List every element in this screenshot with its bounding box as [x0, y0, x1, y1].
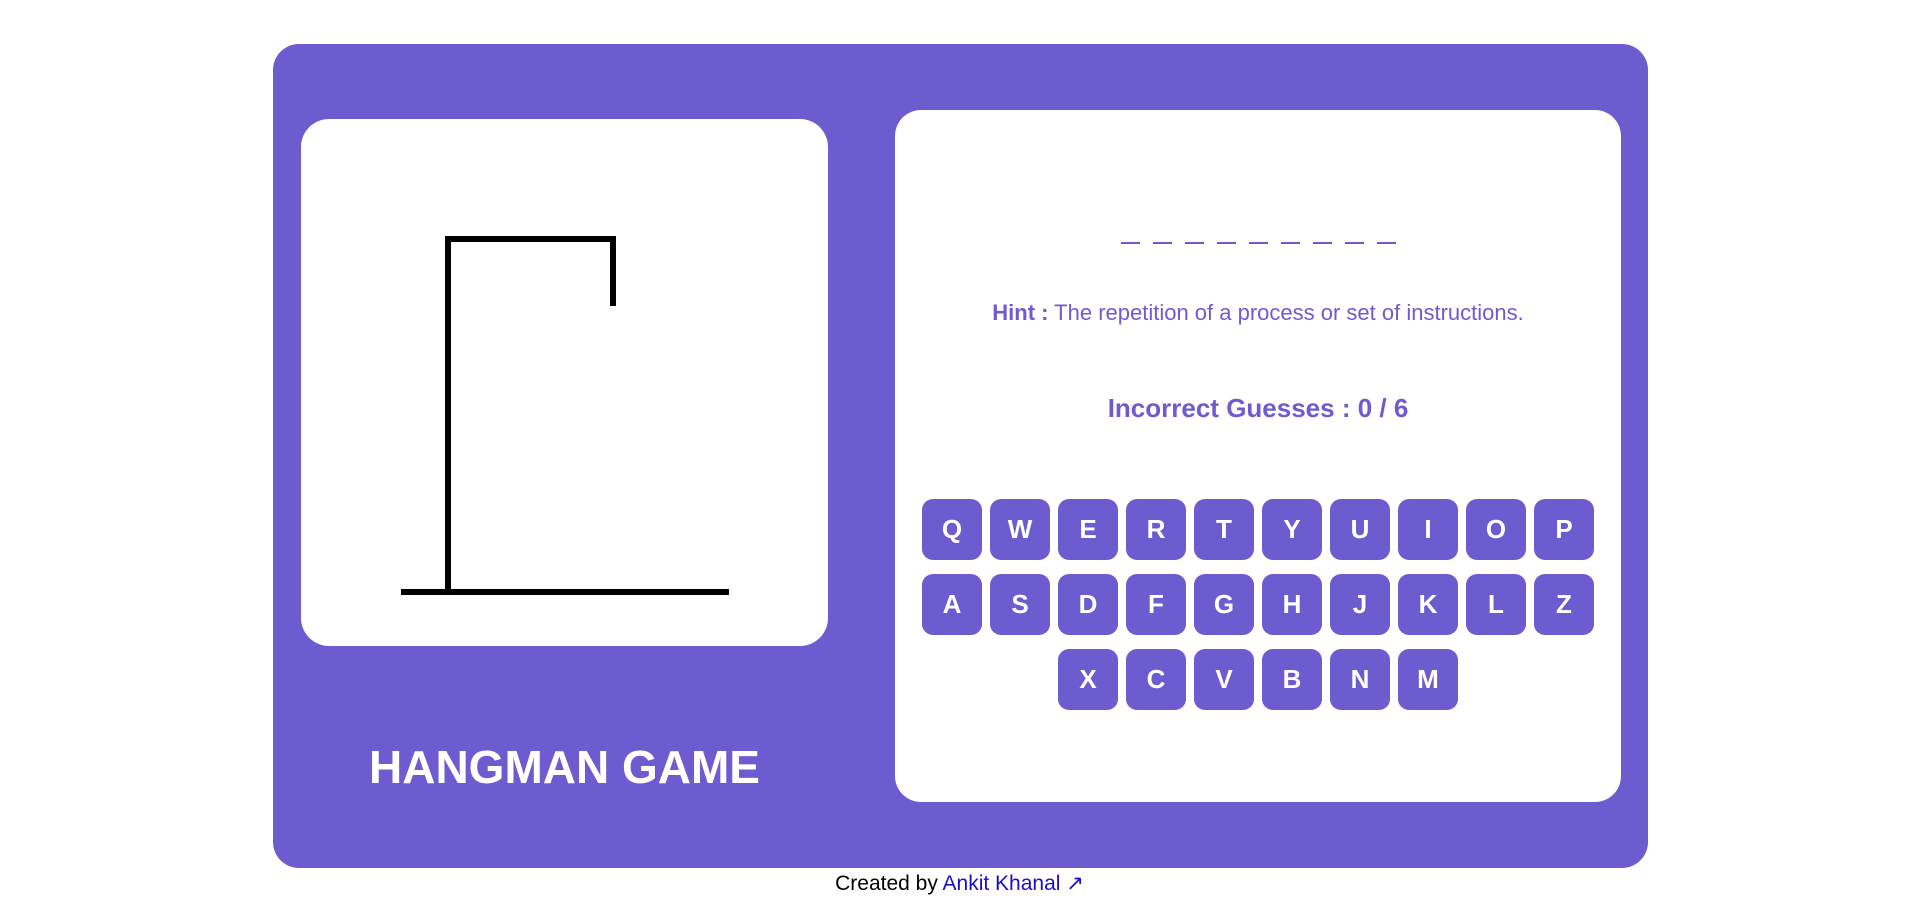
game-container: HANGMAN GAME Hint : The repetition of a … — [273, 44, 1648, 868]
key-b[interactable]: B — [1262, 649, 1322, 710]
key-s[interactable]: S — [990, 574, 1050, 635]
letter-slot — [1120, 218, 1140, 244]
letter-slot — [1152, 218, 1172, 244]
key-g[interactable]: G — [1194, 574, 1254, 635]
key-z[interactable]: Z — [1534, 574, 1594, 635]
key-c[interactable]: C — [1126, 649, 1186, 710]
letter-slot — [1344, 218, 1364, 244]
hangman-drawing-panel — [301, 119, 828, 646]
incorrect-guesses: Incorrect Guesses : 0 / 6 — [1107, 393, 1409, 423]
key-o[interactable]: O — [1466, 499, 1526, 560]
key-m[interactable]: M — [1398, 649, 1458, 710]
letter-slot — [1280, 218, 1300, 244]
key-a[interactable]: A — [922, 574, 982, 635]
hint-label: Hint : — [992, 300, 1049, 325]
letter-slot — [1216, 218, 1236, 244]
key-p[interactable]: P — [1534, 499, 1594, 560]
game-title: HANGMAN GAME — [369, 741, 760, 793]
keyboard-row-1: QWERTYUIOP — [921, 499, 1595, 560]
key-n[interactable]: N — [1330, 649, 1390, 710]
gallows-drawing — [401, 236, 729, 595]
key-r[interactable]: R — [1126, 499, 1186, 560]
hint-text: The repetition of a process or set of in… — [1054, 300, 1524, 325]
key-v[interactable]: V — [1194, 649, 1254, 710]
letter-slot — [1376, 218, 1396, 244]
letter-slot — [1312, 218, 1332, 244]
footer-prefix: Created by — [835, 872, 938, 895]
footer: Created by Ankit Khanal ↗ — [0, 871, 1919, 896]
key-t[interactable]: T — [1194, 499, 1254, 560]
word-display — [895, 218, 1621, 244]
key-x[interactable]: X — [1058, 649, 1118, 710]
key-w[interactable]: W — [990, 499, 1050, 560]
key-j[interactable]: J — [1330, 574, 1390, 635]
hint: Hint : The repetition of a process or se… — [895, 300, 1621, 326]
author-link[interactable]: Ankit Khanal ↗ — [943, 872, 1084, 895]
key-k[interactable]: K — [1398, 574, 1458, 635]
key-y[interactable]: Y — [1262, 499, 1322, 560]
key-q[interactable]: Q — [922, 499, 982, 560]
letter-slot — [1184, 218, 1204, 244]
letter-slot — [1248, 218, 1268, 244]
key-f[interactable]: F — [1126, 574, 1186, 635]
key-u[interactable]: U — [1330, 499, 1390, 560]
keyboard-row-3: XCVBNM — [921, 649, 1595, 710]
letter-keyboard: QWERTYUIOP ASDFGHJKLZ XCVBNM — [921, 499, 1595, 724]
key-d[interactable]: D — [1058, 574, 1118, 635]
key-h[interactable]: H — [1262, 574, 1322, 635]
game-panel: Hint : The repetition of a process or se… — [895, 110, 1621, 802]
key-i[interactable]: I — [1398, 499, 1458, 560]
keyboard-row-2: ASDFGHJKLZ — [921, 574, 1595, 635]
key-l[interactable]: L — [1466, 574, 1526, 635]
key-e[interactable]: E — [1058, 499, 1118, 560]
